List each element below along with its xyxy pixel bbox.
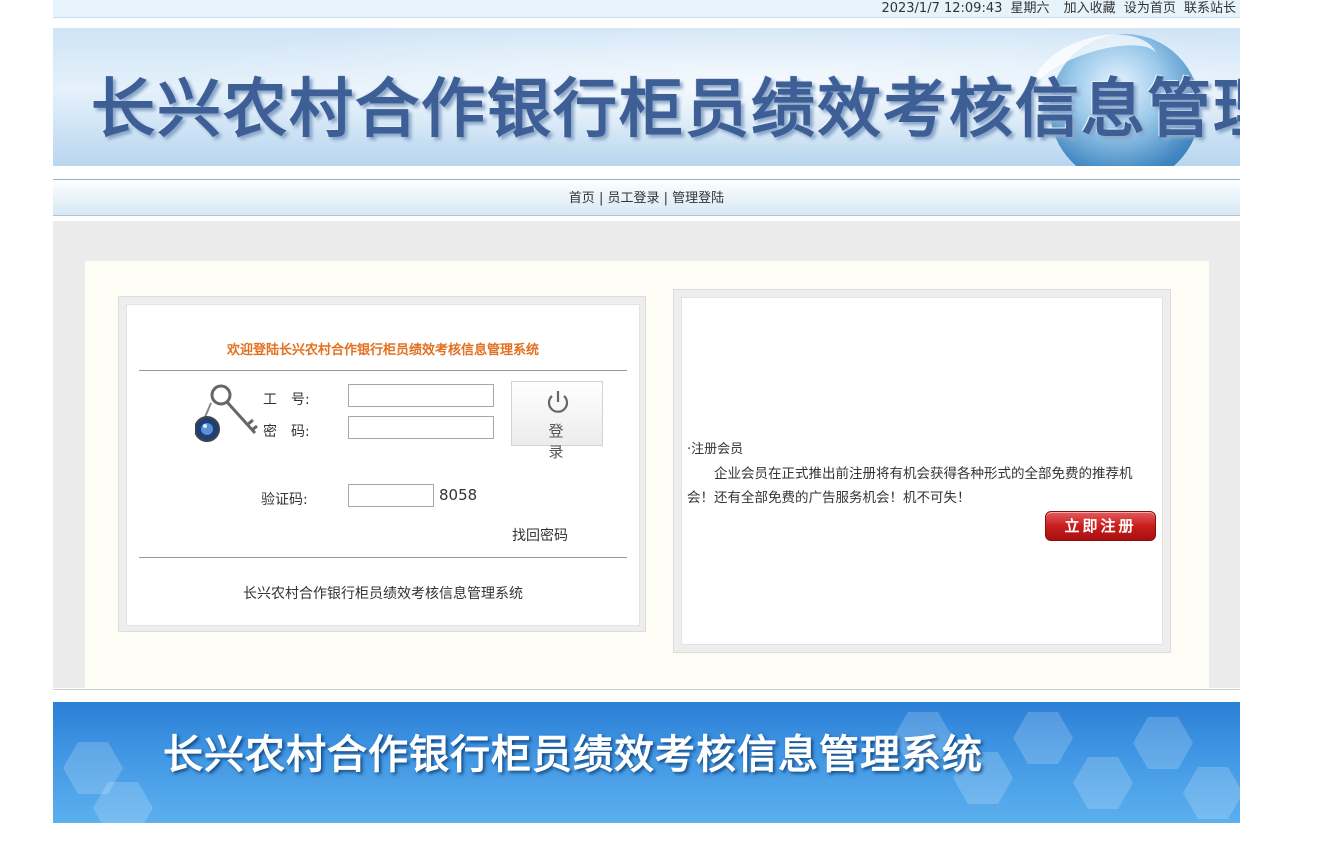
nav-admin-login-link[interactable]: 管理登陆 [672,191,724,206]
nav-separator: | [663,191,669,206]
forgot-password-link[interactable]: 找回密码 [512,525,568,545]
main-panel: 欢迎登陆长兴农村合作银行柜员绩效考核信息管理系统 工 号: 密 码: 登录 验证… [85,261,1209,688]
main-area: 欢迎登陆长兴农村合作银行柜员绩效考核信息管理系统 工 号: 密 码: 登录 验证… [53,221,1240,688]
password-input[interactable] [348,416,494,439]
hexagon-decoration [1183,767,1240,819]
captcha-input[interactable] [348,484,434,507]
datetime-text: 2023/1/7 12:09:43 [881,1,1003,16]
banner-title: 长兴农村合作银行柜员绩效考核信息管理系统 [91,72,1240,147]
employee-id-label: 工 号: [263,392,310,408]
bookmark-link[interactable]: 加入收藏 [1064,1,1116,16]
divider [139,370,627,371]
page-wrapper: 2023/1/7 12:09:43 星期六 加入收藏 设为首页 联系站长 长兴农… [53,0,1240,823]
password-label: 密 码: [263,424,310,440]
set-homepage-link[interactable]: 设为首页 [1124,1,1176,16]
login-panel-inner: 欢迎登陆长兴农村合作银行柜员绩效考核信息管理系统 工 号: 密 码: 登录 验证… [126,304,640,626]
login-panel: 欢迎登陆长兴农村合作银行柜员绩效考核信息管理系统 工 号: 密 码: 登录 验证… [118,296,646,632]
register-panel: ·注册会员 企业会员在正式推出前注册将有机会获得各种形式的全部免费的推荐机会！还… [673,289,1171,653]
employee-id-input[interactable] [348,384,494,407]
register-panel-inner: ·注册会员 企业会员在正式推出前注册将有机会获得各种形式的全部免费的推荐机会！还… [681,297,1163,645]
divider [139,557,627,558]
weekday-text: 星期六 [1010,1,1050,16]
divider [53,689,1240,690]
register-title: ·注册会员 [687,442,744,457]
login-button[interactable]: 登录 [511,381,603,461]
nav-separator: | [598,191,604,206]
top-bar: 2023/1/7 12:09:43 星期六 加入收藏 设为首页 联系站长 [53,0,1240,18]
register-now-button[interactable]: 立即注册 [1045,511,1156,541]
power-icon [547,391,569,413]
register-description: 企业会员在正式推出前注册将有机会获得各种形式的全部免费的推荐机会！还有全部免费的… [687,466,1133,506]
contact-admin-link[interactable]: 联系站长 [1184,1,1236,16]
footer-banner-title: 长兴农村合作银行柜员绩效考核信息管理系统 [163,732,983,778]
login-footer-text: 长兴农村合作银行柜员绩效考核信息管理系统 [243,586,523,602]
hexagon-decoration [1133,717,1193,769]
key-icon [195,384,258,442]
nav-bar: 首页 | 员工登录 | 管理登陆 [53,179,1240,216]
nav-staff-login-link[interactable]: 员工登录 [607,191,659,206]
login-welcome-title: 欢迎登陆长兴农村合作银行柜员绩效考核信息管理系统 [226,343,539,358]
nav-home-link[interactable]: 首页 [569,191,595,206]
captcha-label: 验证码: [261,492,308,508]
header-banner: 长兴农村合作银行柜员绩效考核信息管理系统 [53,28,1240,166]
captcha-code: 8058 [439,486,478,504]
login-button-label: 登录 [548,422,586,461]
footer-banner: 长兴农村合作银行柜员绩效考核信息管理系统 [53,702,1240,823]
